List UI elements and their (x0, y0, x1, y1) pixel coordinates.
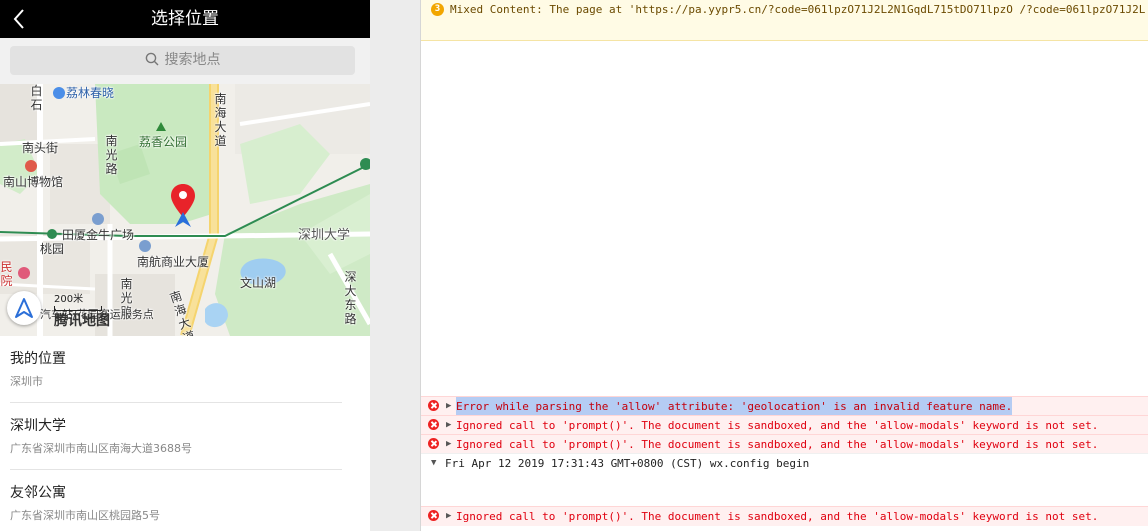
search-icon (145, 52, 158, 65)
place-address: 广东省深圳市南山区桃园路5号 (10, 509, 160, 522)
map-label: 南山博物馆 (3, 175, 64, 189)
console-message-text: Ignored call to 'prompt()'. The document… (456, 438, 1099, 451)
map-label: 南头街 (22, 141, 59, 155)
map-label: 荔林春晓 (66, 86, 115, 100)
place-name: 友邻公寓 (10, 485, 66, 501)
console-warning[interactable]: 3 Mixed Content: The page at 'https://pa… (421, 0, 1148, 41)
expand-triangle-icon[interactable]: ▶ (446, 435, 451, 454)
place-item-2[interactable]: 友邻公寓 广东省深圳市南山区桃园路5号 (10, 470, 342, 531)
page-title: 选择位置 (151, 9, 219, 29)
place-name: 深圳大学 (10, 418, 66, 434)
place-item-0[interactable]: 我的位置 深圳市 (10, 336, 342, 403)
expand-triangle-icon[interactable]: ▶ (446, 397, 451, 416)
console-message-text: Error while parsing the 'allow' attribut… (456, 397, 1013, 416)
map-label: 深大东路 (344, 270, 357, 326)
phone-simulator: 选择位置 搜索地点 白石 荔林春晓 荔香公园 南海大道 南光路 南头街 南山博物… (0, 0, 370, 531)
search-input[interactable]: 搜索地点 (10, 46, 355, 75)
console-error[interactable]: ▶ Ignored call to 'prompt()'. The docume… (421, 506, 1148, 526)
console-message-text: Ignored call to 'prompt()'. The document… (456, 419, 1099, 432)
error-icon (428, 419, 439, 430)
place-address: 深圳市 (10, 375, 43, 388)
error-icon (428, 510, 439, 521)
map-view[interactable]: 白石 荔林春晓 荔香公园 南海大道 南光路 南头街 南山博物馆 桃园 田厦金牛广… (0, 84, 370, 336)
error-icon (428, 438, 439, 449)
console-message-text: Mixed Content: The page at 'https://pa.y… (450, 3, 1146, 16)
console-error[interactable]: ▶ Error while parsing the 'allow' attrib… (421, 396, 1148, 416)
place-address: 广东省深圳市南山区南海大道3688号 (10, 442, 192, 455)
search-bar: 搜索地点 (0, 38, 370, 84)
console-error[interactable]: ▶ Ignored call to 'prompt()'. The docume… (421, 415, 1148, 435)
map-label: 南光路 (105, 134, 118, 176)
place-list: 我的位置 深圳市 深圳大学 广东省深圳市南山区南海大道3688号 友邻公寓 广东… (0, 336, 370, 531)
map-label: 深圳大学 (298, 228, 351, 243)
map-label: 民院 (0, 260, 13, 288)
expand-triangle-icon[interactable]: ▶ (446, 507, 451, 526)
navigation-bar: 选择位置 (0, 0, 370, 38)
locate-me-button[interactable] (7, 291, 41, 325)
search-placeholder: 搜索地点 (164, 52, 221, 68)
expand-triangle-icon[interactable]: ▶ (446, 416, 451, 435)
map-scale: 200米 (54, 290, 102, 311)
warning-count-badge: 3 (431, 3, 444, 16)
place-item-1[interactable]: 深圳大学 广东省深圳市南山区南海大道3688号 (10, 403, 342, 470)
map-label: 荔香公园 (139, 135, 188, 149)
collapse-triangle-icon[interactable]: ▼ (431, 454, 436, 473)
map-label: 南海大道 (214, 92, 227, 148)
console-log[interactable]: ▼ Fri Apr 12 2019 17:31:43 GMT+0800 (CST… (421, 453, 1148, 473)
console-error[interactable]: ▶ Ignored call to 'prompt()'. The docume… (421, 434, 1148, 454)
console-message-text: Fri Apr 12 2019 17:31:43 GMT+0800 (CST) … (445, 457, 810, 470)
simulator-gutter (370, 0, 420, 531)
map-label: 南航商业大厦 (137, 255, 210, 269)
error-icon (428, 400, 439, 411)
navigation-arrow-icon (15, 298, 33, 318)
location-pin-icon (171, 184, 195, 227)
console-message-text: Ignored call to 'prompt()'. The document… (456, 510, 1099, 523)
map-label: 桃园 (40, 242, 65, 256)
map-label: 白石 (30, 84, 43, 112)
map-label: 田厦金牛广场 (62, 228, 135, 242)
map-label: 文山湖 (240, 276, 277, 290)
map-brand-logo: 腾讯地图 (54, 313, 110, 329)
place-name: 我的位置 (10, 351, 66, 367)
console-panel: 3 Mixed Content: The page at 'https://pa… (420, 0, 1148, 531)
map-scale-label: 200米 (54, 294, 84, 305)
